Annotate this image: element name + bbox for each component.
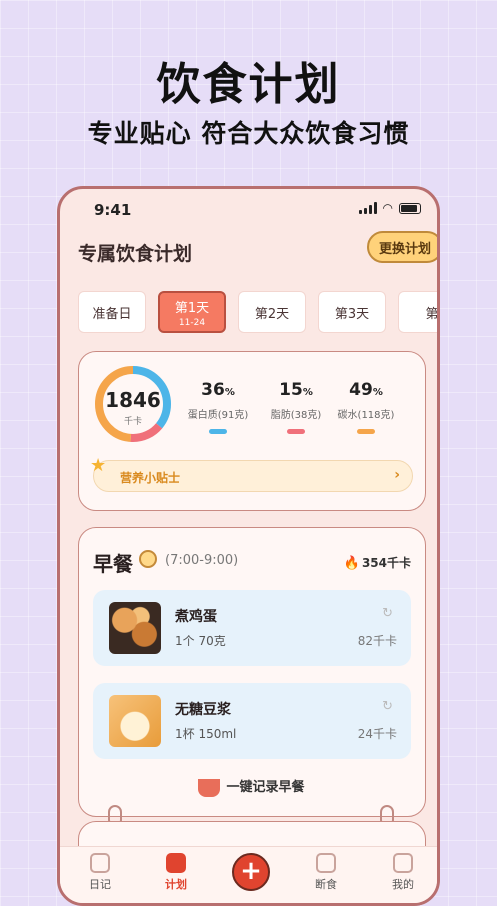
nutrition-card: 1846 千卡 36% 蛋白质(91克) 15% 脂肪(38克) 49% 碳水(… (78, 351, 426, 511)
pot-icon (198, 778, 221, 797)
macro-pct: 15 (279, 380, 303, 400)
plan-icon (166, 853, 186, 873)
signal-icon (358, 202, 377, 214)
percent-sign: % (302, 387, 313, 398)
add-button[interactable]: + (232, 853, 270, 891)
record-meal-button[interactable]: 一键记录早餐 (79, 776, 424, 797)
macro-bar-fat (287, 429, 305, 434)
fasting-icon (316, 853, 336, 873)
chevron-right-icon: › (394, 467, 400, 483)
battery-icon (399, 202, 421, 214)
nutrition-tip-bar[interactable]: ★ 营养小贴士 › (90, 455, 413, 492)
tab-mine[interactable]: 我的 (373, 853, 433, 892)
page-title: 专属饮食计划 (78, 243, 193, 265)
macro-bar-protein (209, 429, 227, 434)
tab-label: 我的 (392, 878, 414, 891)
swap-icon[interactable]: ↻ (382, 699, 393, 714)
calorie-ring: 1846 千卡 (93, 364, 173, 444)
profile-icon (393, 853, 413, 873)
macro-label: 蛋白质(91克) (187, 410, 249, 421)
tab-diary[interactable]: 日记 (70, 853, 130, 892)
macro-fat: 15% 脂肪(38克) (261, 380, 331, 434)
record-label: 一键记录早餐 (226, 780, 305, 795)
meal-badge-icon (139, 550, 157, 568)
status-time: 9:41 (94, 201, 132, 219)
macro-pct: 49 (349, 380, 373, 400)
meal-kcal: 🔥 354千卡 (344, 554, 411, 571)
tab-label: 计划 (165, 878, 187, 891)
macro-bar-carbs (357, 429, 375, 434)
food-item[interactable]: 无糖豆浆 1杯 150ml ↻ 24千卡 (93, 683, 411, 759)
wifi-icon: ◠ (382, 201, 393, 215)
macro-label: 碳水(118克) (337, 410, 395, 421)
breakfast-card: 早餐 (7:00-9:00) 🔥 354千卡 煮鸡蛋 1个 70克 ↻ 82千卡 … (78, 527, 426, 817)
day-label: 准备日 (92, 306, 132, 322)
macro-protein: 36% 蛋白质(91克) (183, 380, 253, 434)
tab-label: 断食 (315, 878, 337, 891)
star-icon: ★ (90, 455, 107, 476)
bottom-tabbar: 日记 计划 + 断食 我的 (60, 846, 437, 903)
percent-sign: % (372, 387, 383, 398)
phone-frame: 9:41 ◠ 专属饮食计划 更换计划 准备日 第1天 11-24 第2天 第3天 … (57, 186, 440, 906)
meal-time: (7:00-9:00) (165, 553, 239, 568)
change-plan-button[interactable]: 更换计划 (367, 231, 437, 263)
macro-label: 脂肪(38克) (270, 410, 322, 421)
day-tab-prep[interactable]: 准备日 (78, 291, 146, 333)
meal-title: 早餐 (93, 552, 133, 576)
day-label: 第1天 (174, 300, 210, 316)
day-tab-4[interactable]: 第 (398, 291, 439, 333)
macro-pct: 36 (201, 380, 225, 400)
food-item[interactable]: 煮鸡蛋 1个 70克 ↻ 82千卡 (93, 590, 411, 666)
status-icons: ◠ (358, 201, 421, 215)
promo-headline: 饮食计划 (156, 59, 341, 110)
food-name: 煮鸡蛋 (175, 609, 217, 625)
calorie-unit: 千卡 (123, 417, 142, 427)
macro-carbs: 49% 碳水(118克) (331, 380, 401, 434)
tip-label: 营养小贴士 (120, 471, 181, 485)
food-image-soymilk (109, 695, 161, 747)
calorie-value: 1846 (105, 388, 161, 412)
food-image-egg (109, 602, 161, 654)
tab-label: 日记 (89, 878, 111, 891)
food-name: 无糖豆浆 (175, 702, 231, 718)
diary-icon (90, 853, 110, 873)
day-label: 第 (425, 306, 439, 322)
food-kcal: 82千卡 (357, 634, 397, 648)
day-tabs: 准备日 第1天 11-24 第2天 第3天 第 (78, 291, 439, 333)
flame-icon: 🔥 (343, 556, 360, 571)
meal-kcal-value: 354千卡 (361, 556, 411, 570)
swap-icon[interactable]: ↻ (382, 606, 393, 621)
day-label: 第2天 (254, 306, 290, 322)
food-kcal: 24千卡 (357, 727, 397, 741)
percent-sign: % (224, 387, 235, 398)
food-qty: 1杯 150ml (175, 727, 237, 741)
day-label: 第3天 (334, 306, 370, 322)
tab-plan[interactable]: 计划 (146, 853, 206, 892)
day-tab-3[interactable]: 第3天 (318, 291, 386, 333)
day-tab-2[interactable]: 第2天 (238, 291, 306, 333)
day-tab-1[interactable]: 第1天 11-24 (158, 291, 226, 333)
tab-fasting[interactable]: 断食 (296, 853, 356, 892)
food-qty: 1个 70克 (175, 634, 226, 648)
day-date: 11-24 (178, 317, 206, 328)
promo-subhead: 专业贴心 符合大众饮食习惯 (87, 119, 410, 148)
